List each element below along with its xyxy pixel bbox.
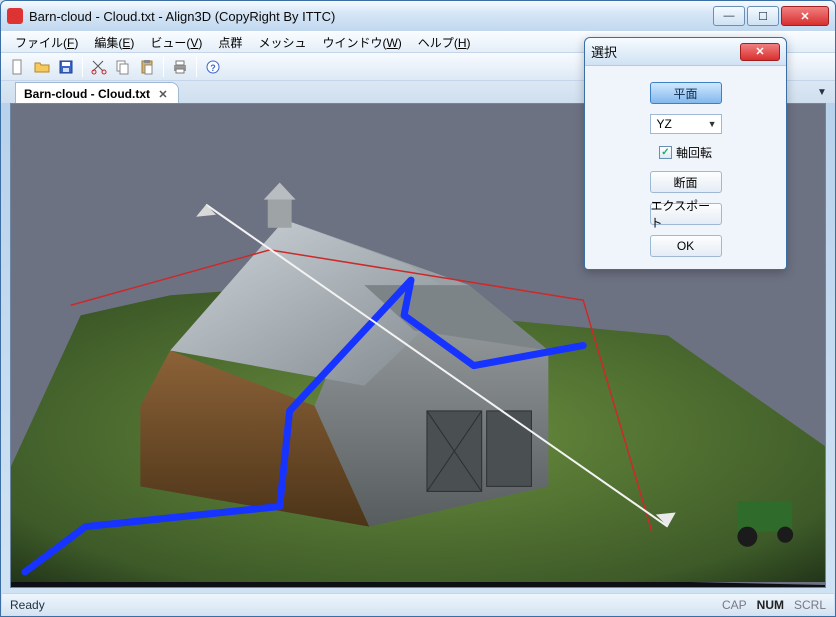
status-num: NUM bbox=[757, 598, 784, 612]
document-tab[interactable]: Barn-cloud - Cloud.txt ✕ bbox=[15, 82, 179, 103]
maximize-button[interactable]: ☐ bbox=[747, 6, 779, 26]
folder-open-icon bbox=[34, 59, 50, 75]
paste-button[interactable] bbox=[136, 56, 158, 78]
plane-button-label: 平面 bbox=[673, 85, 697, 102]
export-button[interactable]: エクスポート bbox=[650, 203, 722, 225]
help-icon: ? bbox=[205, 59, 221, 75]
ok-button-label: OK bbox=[677, 239, 694, 253]
cut-button[interactable] bbox=[88, 56, 110, 78]
menu-view[interactable]: ビュー(V) bbox=[142, 32, 210, 53]
cross-section-button[interactable]: 断面 bbox=[650, 171, 722, 193]
plane-button[interactable]: 平面 bbox=[650, 82, 722, 104]
export-button-label: エクスポート bbox=[651, 197, 721, 231]
menu-view-label: ビュー bbox=[150, 36, 186, 50]
copy-button[interactable] bbox=[112, 56, 134, 78]
menu-mesh-label: メッシュ bbox=[258, 36, 306, 50]
document-tab-label: Barn-cloud - Cloud.txt bbox=[24, 87, 150, 101]
toolbar-separator bbox=[82, 57, 83, 77]
menu-mesh[interactable]: メッシュ bbox=[250, 32, 314, 53]
selection-dialog[interactable]: 選択 ✕ 平面 YZ ▼ ✓ 軸回転 断面 エクスポート OK bbox=[584, 37, 787, 270]
menu-file-label: ファイル bbox=[15, 36, 63, 50]
tab-overflow-button[interactable]: ▼ bbox=[815, 85, 829, 99]
save-icon bbox=[58, 59, 74, 75]
ok-button[interactable]: OK bbox=[650, 235, 722, 257]
menu-window[interactable]: ウインドウ(W) bbox=[314, 32, 409, 53]
menu-edit[interactable]: 編集(E) bbox=[86, 32, 142, 53]
new-file-icon bbox=[10, 59, 26, 75]
status-keylocks: CAP NUM SCRL bbox=[722, 598, 826, 612]
minimize-button[interactable]: — bbox=[713, 6, 745, 26]
open-file-button[interactable] bbox=[31, 56, 53, 78]
menu-winm-label: ウインドウ bbox=[322, 36, 382, 50]
dialog-body: 平面 YZ ▼ ✓ 軸回転 断面 エクスポート OK bbox=[585, 66, 786, 267]
print-button[interactable] bbox=[169, 56, 191, 78]
title-bar[interactable]: Barn-cloud - Cloud.txt - Align3D (CopyRi… bbox=[1, 1, 835, 31]
paste-icon bbox=[139, 59, 155, 75]
copy-icon bbox=[115, 59, 131, 75]
axis-rotate-label: 軸回転 bbox=[676, 144, 712, 161]
menu-file[interactable]: ファイル(F) bbox=[7, 32, 86, 53]
app-icon bbox=[7, 8, 23, 24]
menu-points-label: 点群 bbox=[218, 36, 242, 50]
status-bar: Ready CAP NUM SCRL bbox=[2, 593, 834, 615]
dialog-title-bar[interactable]: 選択 ✕ bbox=[585, 38, 786, 66]
toolbar-separator bbox=[163, 57, 164, 77]
new-file-button[interactable] bbox=[7, 56, 29, 78]
tab-close-icon[interactable]: ✕ bbox=[156, 87, 170, 101]
printer-icon bbox=[172, 59, 188, 75]
cross-section-label: 断面 bbox=[673, 174, 697, 191]
menu-help-label: ヘルプ bbox=[418, 36, 454, 50]
menu-help[interactable]: ヘルプ(H) bbox=[410, 32, 479, 53]
axis-rotate-checkbox[interactable]: ✓ 軸回転 bbox=[659, 144, 712, 161]
status-scrl: SCRL bbox=[794, 598, 826, 612]
window-title: Barn-cloud - Cloud.txt - Align3D (CopyRi… bbox=[29, 9, 713, 24]
toolbar-separator bbox=[196, 57, 197, 77]
chevron-down-icon: ▼ bbox=[708, 119, 717, 129]
checkbox-checkmark-icon: ✓ bbox=[659, 146, 672, 159]
window-controls: — ☐ ✕ bbox=[713, 6, 829, 26]
axis-select[interactable]: YZ ▼ bbox=[650, 114, 722, 134]
application-window: Barn-cloud - Cloud.txt - Align3D (CopyRi… bbox=[0, 0, 836, 617]
svg-text:?: ? bbox=[210, 63, 216, 73]
scissors-icon bbox=[91, 59, 107, 75]
menu-point-cloud[interactable]: 点群 bbox=[210, 32, 250, 53]
status-caps: CAP bbox=[722, 598, 747, 612]
dialog-title: 選択 bbox=[591, 42, 740, 61]
menu-edit-label: 編集 bbox=[94, 36, 118, 50]
dialog-close-button[interactable]: ✕ bbox=[740, 43, 780, 61]
save-button[interactable] bbox=[55, 56, 77, 78]
status-ready-label: Ready bbox=[10, 598, 45, 612]
help-button[interactable]: ? bbox=[202, 56, 224, 78]
axis-select-value: YZ bbox=[657, 117, 672, 131]
close-button[interactable]: ✕ bbox=[781, 6, 829, 26]
